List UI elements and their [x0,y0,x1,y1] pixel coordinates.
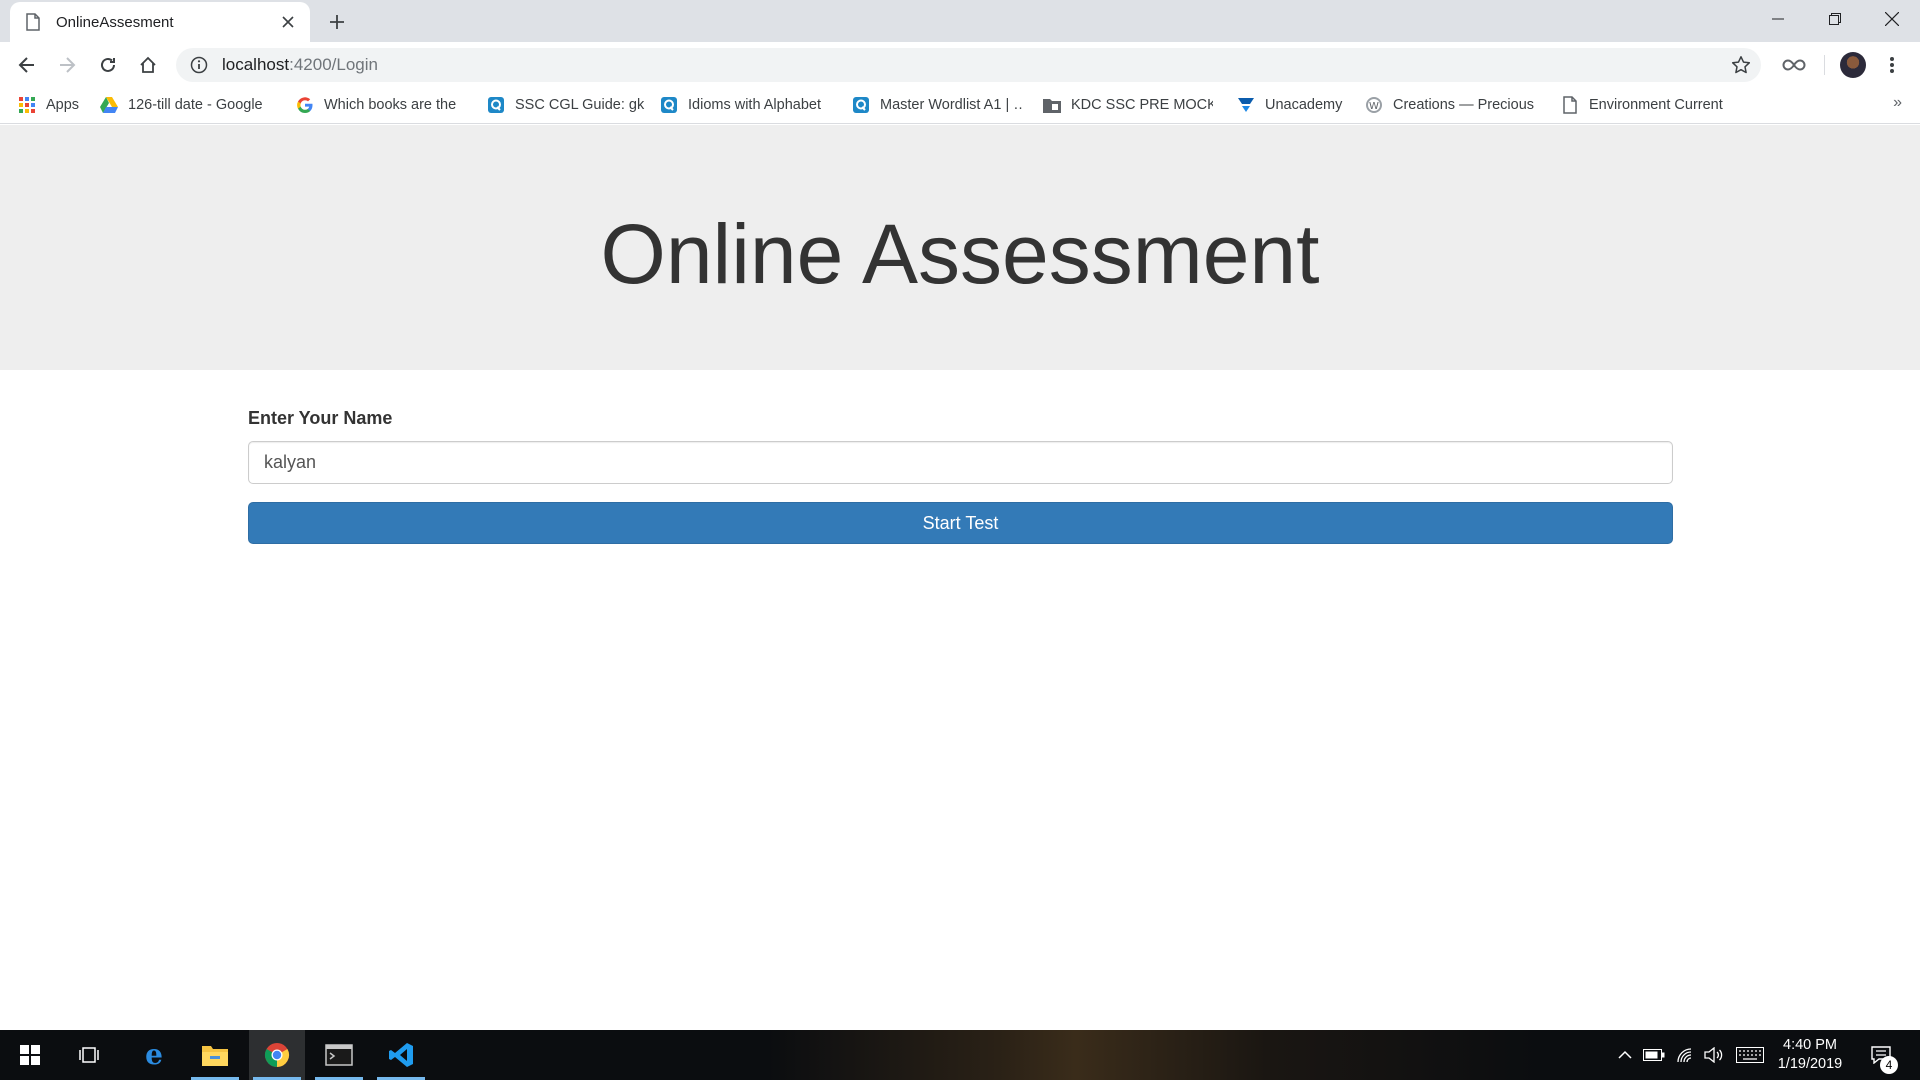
close-tab-icon[interactable] [278,12,298,32]
bookmark-unacademy[interactable]: Unacademy [1237,93,1353,117]
file-explorer-icon[interactable] [187,1030,243,1080]
google-icon [296,96,314,114]
edge-browser-icon[interactable]: e [126,1030,182,1080]
window-controls [1749,0,1920,38]
bookmark-creations[interactable]: W Creations — Precious [1365,93,1537,117]
clock-date: 1/19/2019 [1777,1056,1843,1072]
quora-icon [852,96,870,114]
forward-arrow-icon[interactable] [52,50,82,80]
svg-text:W: W [1369,101,1379,112]
volume-icon[interactable] [1702,1030,1726,1080]
task-view-icon[interactable] [62,1030,118,1080]
bookmark-label: Which books are the [324,97,457,113]
url-text: localhost:4200/Login [222,55,378,75]
browser-toolbar: localhost:4200/Login [0,42,1920,87]
home-icon[interactable] [133,50,163,80]
name-input[interactable] [248,441,1673,484]
bookmark-idioms[interactable]: Idioms with Alphabet [660,93,830,117]
name-label: Enter Your Name [248,408,393,428]
new-tab-icon[interactable] [324,9,350,35]
folder-icon [1043,96,1061,114]
taskbar-clock[interactable]: 4:40 PM 1/19/2019 [1768,1036,1852,1074]
bookmark-environment[interactable]: Environment Current [1561,93,1729,117]
page-icon [1561,96,1579,114]
bookmark-label: 126-till date - Google [128,97,263,113]
more-menu-icon[interactable] [1880,53,1904,77]
quora-icon [487,96,505,114]
star-icon[interactable] [1731,55,1751,75]
show-hidden-icons-icon[interactable] [1614,1030,1636,1080]
windows-taskbar: e 4:40 PM 1/19/2019 4 [0,1030,1920,1080]
windows-start-icon[interactable] [2,1030,58,1080]
terminal-icon[interactable] [311,1030,367,1080]
keyboard-icon[interactable] [1734,1030,1766,1080]
unacademy-icon [1237,96,1255,114]
bookmark-which-books[interactable]: Which books are the [296,93,464,117]
notification-count-badge: 4 [1880,1056,1898,1074]
svg-text:e: e [145,1042,163,1068]
restore-icon[interactable] [1806,0,1863,38]
bookmark-ssc-cgl-guide[interactable]: SSC CGL Guide: gk [487,93,645,117]
bookmark-label: Idioms with Alphabet [688,97,821,113]
browser-tab[interactable]: OnlineAssesment [10,2,310,42]
quora-icon [660,96,678,114]
header-banner: Online Assessment [0,125,1920,370]
info-icon[interactable] [190,56,208,74]
bookmark-label: SSC CGL Guide: gk [515,97,645,113]
wifi-icon[interactable] [1674,1030,1698,1080]
more-bookmarks-icon[interactable]: » [1893,94,1902,112]
bookmark-label: Unacademy [1265,97,1343,113]
apps-grid-icon [18,96,36,114]
address-bar[interactable]: localhost:4200/Login [176,48,1761,82]
url-host: localhost [222,55,290,74]
bookmark-label: Master Wordlist A1 | … [880,97,1022,113]
bookmarks-bar: Apps 126-till date - Google Which books … [0,87,1920,124]
back-arrow-icon[interactable] [12,50,42,80]
profile-avatar[interactable] [1840,52,1866,78]
tab-title: OnlineAssesment [56,13,174,31]
page-icon [26,13,42,31]
close-window-icon[interactable] [1863,0,1920,38]
reload-icon[interactable] [93,50,123,80]
battery-icon[interactable] [1642,1030,1666,1080]
clock-time: 4:40 PM [1783,1037,1837,1053]
bookmark-kdc-ssc[interactable]: KDC SSC PRE MOCK [1043,93,1213,117]
bookmark-label: Apps [46,97,80,113]
minimize-icon[interactable] [1749,0,1806,38]
google-drive-icon [100,96,118,114]
wordpress-icon: W [1365,96,1383,114]
toolbar-divider [1824,55,1825,75]
page-title: Online Assessment [600,207,1320,301]
url-path: :4200/Login [289,55,378,74]
extension-infinity-icon[interactable] [1782,54,1806,76]
bookmark-label: Environment Current [1589,97,1723,113]
bookmark-label: Creations — Precious [1393,97,1535,113]
bookmark-label: KDC SSC PRE MOCK [1071,97,1213,113]
browser-tab-strip: OnlineAssesment [0,0,1920,42]
chrome-browser-icon[interactable] [249,1030,305,1080]
login-form: Enter Your Name Start Test [248,408,1673,544]
start-test-button[interactable]: Start Test [248,502,1673,544]
bookmark-126-till-date[interactable]: 126-till date - Google [100,93,272,117]
bookmark-master-wordlist[interactable]: Master Wordlist A1 | … [852,93,1022,117]
bookmark-apps[interactable]: Apps [18,93,84,117]
vscode-icon[interactable] [373,1030,429,1080]
